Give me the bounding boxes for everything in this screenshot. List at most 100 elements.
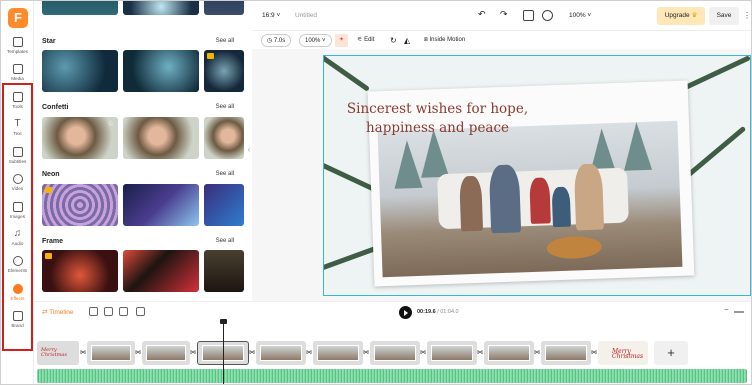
effect-thumb-star-1[interactable]: [42, 50, 118, 92]
effect-thumb-confetti-3[interactable]: [204, 117, 244, 159]
app-logo[interactable]: F: [8, 8, 28, 28]
timeline-bar: ⇄ Timeline 00:19.6 / 01:04.0 −: [34, 301, 751, 323]
playhead[interactable]: [220, 319, 227, 384]
transition-icon[interactable]: ⋈: [190, 349, 196, 357]
rail-item-effects[interactable]: Effects: [1, 283, 34, 309]
timeline-clip[interactable]: [541, 341, 591, 365]
effect-thumb[interactable]: [204, 1, 244, 15]
greeting-headline[interactable]: Sincerest wishes for hope, happiness and…: [340, 100, 535, 138]
project-title-input[interactable]: Untitled: [295, 12, 317, 19]
effect-thumb-frame-1[interactable]: [42, 250, 118, 292]
rail-item-media[interactable]: Media: [1, 63, 34, 89]
rail-item-text[interactable]: T Text: [1, 118, 34, 144]
see-all-frame-link[interactable]: See all: [216, 238, 234, 244]
section-title-frame: Frame: [42, 238, 64, 245]
timeline-zoom-slider[interactable]: [734, 311, 744, 313]
inside-motion-button[interactable]: ⧈ Inside Motion: [424, 34, 465, 47]
elements-icon: [12, 256, 23, 266]
screenshot-icon[interactable]: [523, 10, 534, 21]
edit-button[interactable]: ⚟ Edit: [357, 34, 374, 47]
timeline-clip[interactable]: [142, 341, 190, 365]
play-button[interactable]: [399, 306, 412, 319]
effect-thumb-star-3[interactable]: [204, 50, 244, 92]
timeline-clip[interactable]: [484, 341, 534, 365]
timeline-clip[interactable]: [87, 341, 135, 365]
transition-icon[interactable]: ⋈: [80, 349, 86, 357]
transition-icon[interactable]: ⋈: [363, 349, 369, 357]
rail-item-subtitles[interactable]: Subtitles: [1, 146, 34, 172]
scale-select[interactable]: 100% ˅: [299, 34, 332, 47]
rail-item-video[interactable]: Video: [1, 173, 34, 199]
undo-icon[interactable]: ↶: [478, 9, 486, 20]
favorite-star-icon[interactable]: ☆: [107, 120, 115, 128]
media-icon: [12, 64, 23, 74]
timeline-clip[interactable]: [313, 341, 363, 365]
transition-icon[interactable]: ⋈: [591, 349, 597, 357]
headline-line-2: happiness and peace: [365, 120, 510, 136]
effects-panel: Star See all Confetti See all ☆ Neon See…: [34, 1, 246, 301]
rail-label: Media: [11, 76, 24, 81]
rail-item-images[interactable]: Images: [1, 201, 34, 227]
duplicate-icon[interactable]: [119, 307, 128, 316]
canvas-stage: Sincerest wishes for hope, happiness and…: [252, 49, 751, 301]
aspect-ratio-select[interactable]: 16:9 ˅: [262, 12, 280, 19]
audio-track-waveform[interactable]: [37, 369, 747, 383]
rotate-icon[interactable]: ↻: [390, 34, 397, 47]
rail-item-elements[interactable]: Elements: [1, 255, 34, 281]
ai-magic-icon[interactable]: ✦: [335, 34, 348, 47]
effect-thumb-confetti-1[interactable]: ☆: [42, 117, 118, 159]
upgrade-button[interactable]: Upgrade ♛: [657, 7, 705, 25]
effect-thumb-star-2[interactable]: [123, 50, 199, 92]
timeline-clip[interactable]: [427, 341, 477, 365]
clip-caption: Merry Christmas: [612, 348, 644, 360]
duration-button[interactable]: ◷ 7.0s: [261, 34, 292, 47]
canvas-preview[interactable]: Sincerest wishes for hope, happiness and…: [323, 55, 751, 296]
see-all-confetti-link[interactable]: See all: [216, 104, 234, 110]
delete-icon[interactable]: [136, 307, 145, 316]
inside-motion-label: Inside Motion: [429, 37, 466, 43]
see-all-star-link[interactable]: See all: [216, 38, 234, 44]
clock-icon: ◷: [267, 38, 273, 44]
transition-icon[interactable]: ⋈: [420, 349, 426, 357]
effect-thumb-neon-2[interactable]: [123, 184, 199, 226]
transition-icon[interactable]: ⋈: [534, 349, 540, 357]
flip-icon[interactable]: ◭: [404, 34, 410, 47]
redo-icon[interactable]: ↷: [500, 9, 508, 20]
transition-icon[interactable]: ⋈: [306, 349, 312, 357]
rail-item-tools[interactable]: Tools: [1, 91, 34, 117]
rail-label: Audio: [11, 241, 24, 246]
add-clip-button[interactable]: +: [654, 341, 688, 365]
edit-label: Edit: [364, 37, 375, 43]
family-photo: [377, 120, 683, 278]
see-all-neon-link[interactable]: See all: [216, 171, 234, 177]
effect-thumb[interactable]: [123, 1, 199, 15]
timeline-clip[interactable]: [370, 341, 420, 365]
effect-thumb-frame-2[interactable]: [123, 250, 199, 292]
tree-decoration: [622, 121, 653, 171]
effect-thumb[interactable]: [42, 1, 118, 15]
save-button[interactable]: Save: [709, 7, 739, 25]
transition-icon[interactable]: ⋈: [249, 349, 255, 357]
more-options-icon[interactable]: ⋮: [743, 11, 751, 20]
effect-thumb-frame-3[interactable]: [204, 250, 244, 292]
current-time: 00:19.6: [417, 309, 436, 315]
help-icon[interactable]: [542, 10, 553, 21]
rail-item-brand[interactable]: Brand: [1, 310, 34, 336]
timeline-clip[interactable]: Merry Christmas: [37, 341, 79, 365]
rail-item-templates[interactable]: Templates: [1, 36, 34, 62]
rail-item-audio[interactable]: ♫ Audio: [1, 228, 34, 254]
zoom-out-icon[interactable]: −: [724, 305, 729, 314]
split-icon[interactable]: [104, 307, 113, 316]
timeline-clip[interactable]: Merry Christmas: [598, 341, 648, 365]
zoom-select[interactable]: 100% ˅: [569, 12, 591, 19]
effect-thumb-neon-1[interactable]: [42, 184, 118, 226]
timeline-clip[interactable]: [256, 341, 306, 365]
effect-thumb-confetti-2[interactable]: [123, 117, 199, 159]
clip-thumb: [545, 344, 587, 362]
pine-branch-decoration: [324, 56, 371, 92]
effect-thumb-neon-3[interactable]: [204, 184, 244, 226]
add-track-icon[interactable]: [89, 307, 98, 316]
timeline-toggle[interactable]: ⇄ Timeline: [42, 308, 73, 316]
transition-icon[interactable]: ⋈: [135, 349, 141, 357]
transition-icon[interactable]: ⋈: [477, 349, 483, 357]
